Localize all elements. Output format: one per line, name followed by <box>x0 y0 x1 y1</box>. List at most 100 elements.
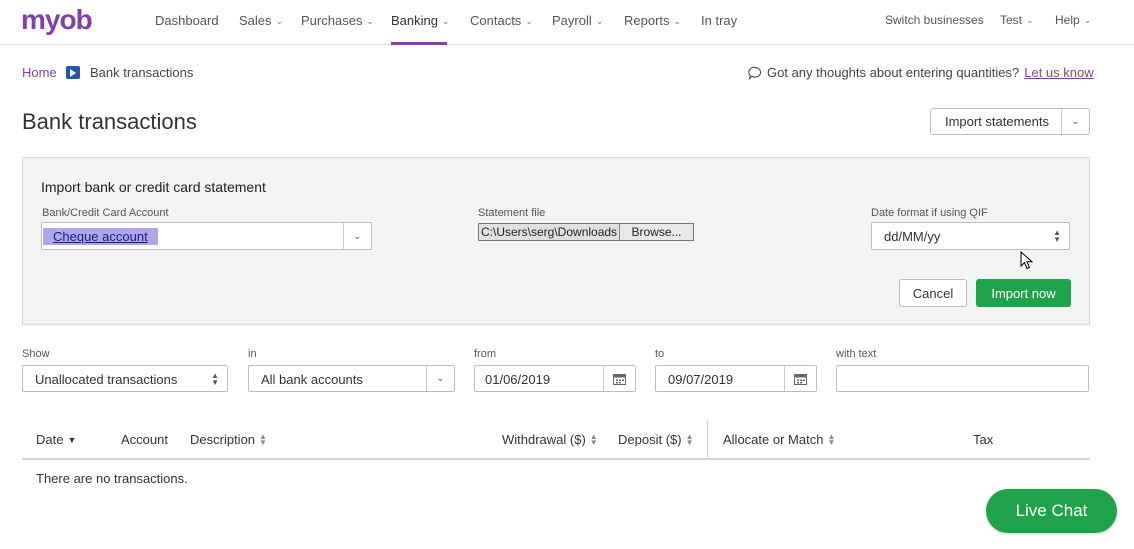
chevron-down-icon: ⌄ <box>1026 15 1034 25</box>
active-nav-indicator <box>391 42 447 45</box>
date-format-select[interactable]: dd/MM/yy ▲ ▼ <box>871 222 1070 250</box>
column-allocate-label: Allocate or Match <box>723 432 824 447</box>
nav-banking-label: Banking <box>391 13 438 28</box>
column-description[interactable]: Description ▲ ▼ <box>190 432 267 447</box>
account-label: Bank/Credit Card Account <box>42 207 169 219</box>
sort-icon: ▲ ▼ <box>259 431 267 447</box>
feedback-prompt: Got any thoughts about entering quantiti… <box>748 65 1094 80</box>
from-date-input[interactable]: 01/06/2019 <box>474 365 636 392</box>
nav-contacts[interactable]: Contacts ⌄ <box>470 13 533 28</box>
to-date-input[interactable]: 09/07/2019 <box>655 365 817 392</box>
empty-table-message: There are no transactions. <box>36 471 188 486</box>
column-allocate-match[interactable]: Allocate or Match ▲ ▼ <box>723 432 835 447</box>
chevron-down-icon[interactable]: ⌄ <box>1061 109 1089 134</box>
sort-icon: ▲ ▼ <box>589 431 598 447</box>
chevron-down-icon: ⌄ <box>673 15 682 26</box>
show-select[interactable]: Unallocated transactions ▲ ▼ <box>22 365 228 392</box>
statement-file-label: Statement file <box>478 207 546 219</box>
nav-help[interactable]: Help ⌄ <box>1055 13 1091 27</box>
statement-file-input[interactable]: C:\Users\serg\Downloads Browse... <box>478 223 694 241</box>
breadcrumb-home[interactable]: Home <box>22 65 57 80</box>
switch-businesses-label: Switch businesses <box>885 13 984 27</box>
calendar-icon[interactable] <box>784 366 816 391</box>
with-text-label: with text <box>836 348 877 360</box>
nav-sales[interactable]: Sales ⌄ <box>239 13 283 28</box>
sort-desc-icon: ▼ <box>67 434 77 445</box>
cancel-button[interactable]: Cancel <box>899 279 967 307</box>
nav-banking[interactable]: Banking ⌄ <box>391 13 450 28</box>
live-chat-button[interactable]: Live Chat <box>986 489 1117 533</box>
account-filter-select[interactable]: All bank accounts ⌄ <box>248 365 455 392</box>
column-tax-label: Tax <box>973 432 994 447</box>
sort-icon: ▲ ▼ <box>827 431 836 447</box>
feedback-text: Got any thoughts about entering quantiti… <box>767 65 1020 80</box>
nav-dashboard[interactable]: Dashboard <box>155 13 219 28</box>
nav-contacts-label: Contacts <box>470 13 522 28</box>
nav-reports-label: Reports <box>624 13 670 28</box>
show-label: Show <box>22 348 50 360</box>
page-title: Bank transactions <box>22 109 197 134</box>
nav-payroll[interactable]: Payroll ⌄ <box>552 13 603 28</box>
breadcrumb-current: Bank transactions <box>90 65 194 80</box>
column-date-label: Date <box>36 432 64 447</box>
nav-purchases[interactable]: Purchases ⌄ <box>301 13 374 28</box>
in-label: in <box>248 348 257 360</box>
to-date-value: 09/07/2019 <box>668 372 734 387</box>
column-withdrawal-label: Withdrawal ($) <box>502 432 586 447</box>
column-divider <box>707 420 708 458</box>
column-account: Account <box>121 432 168 447</box>
import-now-button[interactable]: Import now <box>976 279 1071 307</box>
nav-purchases-label: Purchases <box>301 13 363 28</box>
column-description-label: Description <box>190 432 256 447</box>
file-path-value: C:\Users\serg\Downloads <box>481 225 618 239</box>
chevron-down-icon: ⌄ <box>525 15 533 26</box>
column-deposit-label: Deposit ($) <box>618 432 682 447</box>
up-down-arrows-icon: ▲ ▼ <box>211 371 219 387</box>
date-format-label: Date format if using QIF <box>871 207 988 219</box>
up-down-arrows-icon: ▲ ▼ <box>1053 228 1061 244</box>
column-tax: Tax <box>973 432 993 447</box>
browse-button[interactable]: Browse... <box>619 224 693 240</box>
chevron-down-icon: ⌄ <box>441 15 450 26</box>
nav-switch-businesses[interactable]: Switch businesses <box>885 13 984 27</box>
column-withdrawal[interactable]: Withdrawal ($) ▲ ▼ <box>502 432 598 447</box>
breadcrumb-arrow-icon <box>66 66 80 79</box>
let-us-know-link[interactable]: Let us know <box>1024 65 1093 80</box>
chevron-down-icon: ⌄ <box>366 15 374 26</box>
mouse-pointer-icon <box>1020 251 1034 270</box>
myob-logo[interactable]: myob <box>21 4 93 36</box>
date-format-value: dd/MM/yy <box>884 229 941 244</box>
column-account-label: Account <box>121 432 168 447</box>
import-statements-button[interactable]: Import statements ⌄ <box>930 108 1090 135</box>
nav-in-tray[interactable]: In tray <box>701 13 737 28</box>
account-filter-value: All bank accounts <box>261 372 363 387</box>
nav-payroll-label: Payroll <box>552 13 592 28</box>
table-header-divider <box>22 458 1090 460</box>
sort-icon: ▲ ▼ <box>685 431 694 447</box>
chevron-down-icon: ⌄ <box>275 15 284 26</box>
top-nav: myob Dashboard Sales ⌄ Purchases ⌄ Banking… <box>0 0 1134 45</box>
from-label: from <box>474 348 496 360</box>
calendar-icon[interactable] <box>603 366 635 391</box>
nav-sales-label: Sales <box>239 13 272 28</box>
account-select[interactable]: Cheque account ⌄ <box>41 222 372 250</box>
import-panel-title: Import bank or credit card statement <box>41 179 266 195</box>
import-statements-label: Import statements <box>944 114 1050 129</box>
to-label: to <box>655 348 665 360</box>
user-menu-label: Test <box>1000 13 1023 27</box>
from-date-value: 01/06/2019 <box>485 372 551 387</box>
speech-bubble-icon <box>748 66 762 80</box>
nav-in-tray-label: In tray <box>701 13 738 28</box>
account-select-value: Cheque account <box>43 228 158 245</box>
chevron-down-icon: ⌄ <box>595 15 604 26</box>
column-deposit[interactable]: Deposit ($) ▲ ▼ <box>618 432 694 447</box>
with-text-input[interactable] <box>836 365 1089 392</box>
nav-dashboard-label: Dashboard <box>155 13 219 28</box>
nav-user-menu[interactable]: Test ⌄ <box>1000 13 1034 27</box>
show-select-value: Unallocated transactions <box>35 372 178 387</box>
chevron-down-icon: ⌄ <box>426 366 454 391</box>
nav-reports[interactable]: Reports ⌄ <box>624 13 681 28</box>
column-date[interactable]: Date ▼ <box>36 432 76 447</box>
chevron-down-icon: ⌄ <box>343 223 371 249</box>
import-statement-panel: Import bank or credit card statement Ban… <box>22 157 1090 325</box>
